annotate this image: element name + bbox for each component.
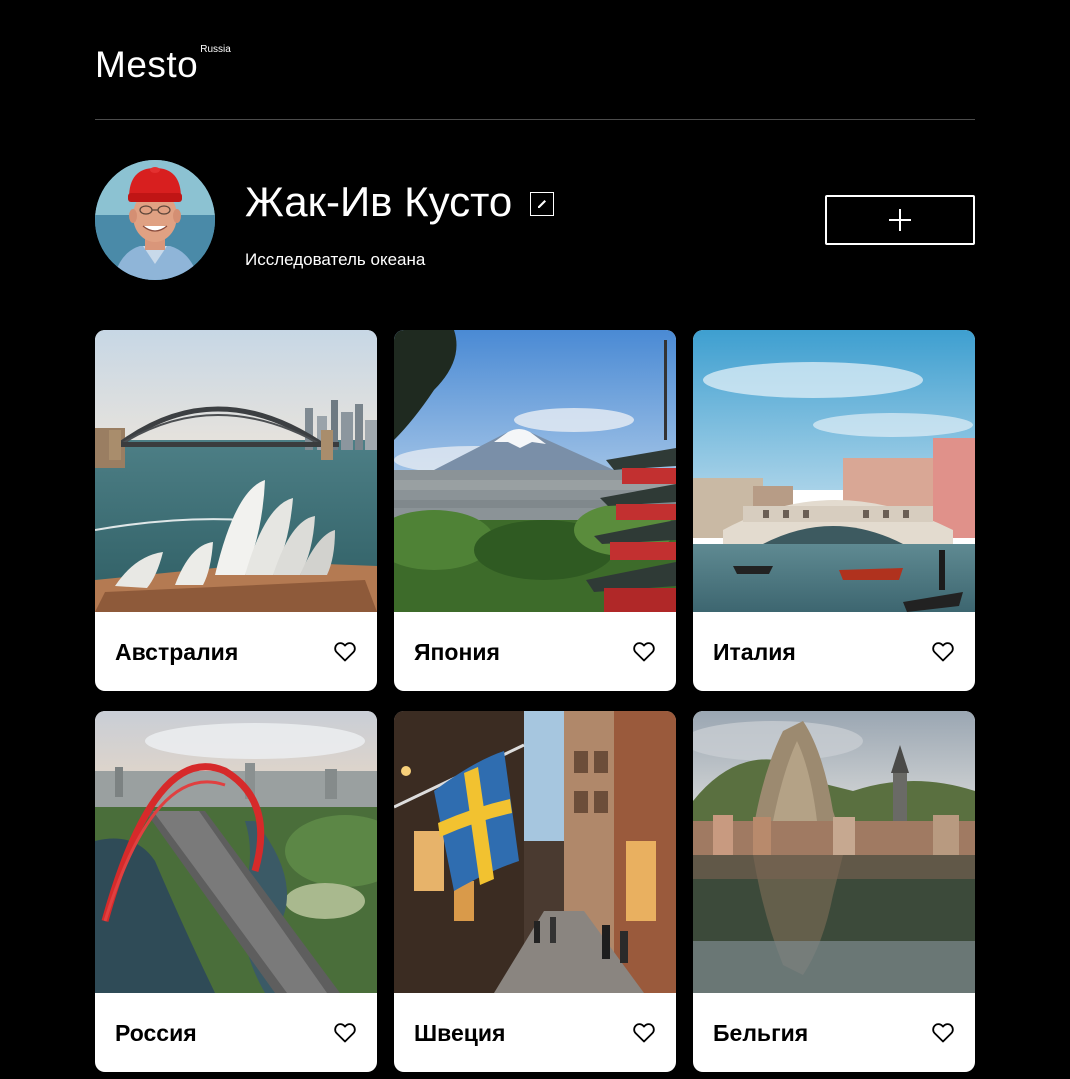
like-button[interactable] [333, 1022, 357, 1044]
card-title: Австралия [115, 638, 239, 665]
edit-profile-button[interactable] [530, 192, 555, 216]
card-title: Бельгия [713, 1019, 809, 1046]
card-image[interactable] [693, 711, 975, 993]
sydney-image [95, 330, 377, 612]
card-footer: Бельгия [693, 993, 975, 1072]
heart-icon [334, 1022, 356, 1042]
card: Япония [394, 330, 676, 691]
card-image[interactable] [394, 711, 676, 993]
heart-icon [932, 641, 954, 661]
like-button[interactable] [632, 1022, 656, 1044]
profile-name: Жак-Ив Кусто [245, 178, 513, 225]
header: Mesto Russia [95, 0, 975, 120]
card-footer: Япония [394, 612, 676, 691]
like-button[interactable] [931, 1022, 955, 1044]
profile-about: Исследователь океана [245, 250, 426, 269]
heart-icon [932, 1022, 954, 1042]
dinant-image [693, 711, 975, 993]
pencil-icon [538, 200, 547, 208]
card-image[interactable] [693, 330, 975, 612]
card: Россия [95, 711, 377, 1072]
card-image[interactable] [95, 330, 377, 612]
card-title: Россия [115, 1019, 197, 1046]
card: Бельгия [693, 711, 975, 1072]
card-footer: Швеция [394, 993, 676, 1072]
moscow-image [95, 711, 377, 993]
heart-icon [334, 641, 356, 661]
card-footer: Италия [693, 612, 975, 691]
profile-info: Жак-Ив Кусто Исследователь океана [245, 178, 555, 271]
like-button[interactable] [632, 641, 656, 663]
card-image[interactable] [95, 711, 377, 993]
card-footer: Россия [95, 993, 377, 1072]
profile-name-row: Жак-Ив Кусто [245, 178, 555, 226]
heart-icon [633, 1022, 655, 1042]
card-image[interactable] [394, 330, 676, 612]
avatar[interactable] [95, 160, 215, 280]
japan-image [394, 330, 676, 612]
card-title: Италия [713, 638, 796, 665]
card: Швеция [394, 711, 676, 1072]
page: Mesto Russia Жак-Ив Кусто Исследователь … [0, 0, 1070, 1079]
card: Италия [693, 330, 975, 691]
heart-icon [633, 641, 655, 661]
card-title: Япония [414, 638, 500, 665]
logo-text: Mesto [95, 44, 199, 85]
logo-region: Russia [200, 44, 231, 55]
card-title: Швеция [414, 1019, 506, 1046]
venice-image [693, 330, 975, 612]
profile: Жак-Ив Кусто Исследователь океана [95, 160, 975, 280]
like-button[interactable] [333, 641, 357, 663]
logo[interactable]: Mesto Russia [95, 44, 231, 86]
card: Австралия [95, 330, 377, 691]
add-card-button[interactable] [825, 195, 975, 245]
like-button[interactable] [931, 641, 955, 663]
avatar-image [95, 160, 215, 280]
plus-icon [889, 209, 911, 231]
stockholm-image [394, 711, 676, 993]
card-footer: Австралия [95, 612, 377, 691]
cards-grid: Австралия Япония Италия Россия Швеция Бе… [95, 330, 975, 1072]
